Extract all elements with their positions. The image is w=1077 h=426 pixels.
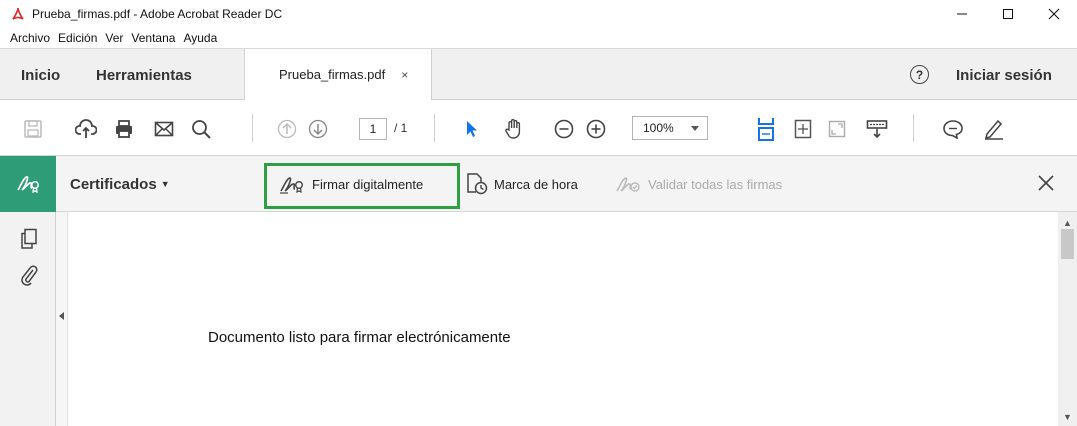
zoom-in-icon[interactable] bbox=[585, 118, 607, 140]
tab-document[interactable]: Prueba_firmas.pdf × bbox=[244, 49, 432, 100]
menu-edicion[interactable]: Edición bbox=[54, 31, 101, 45]
read-mode-icon[interactable] bbox=[866, 118, 888, 140]
zoom-select[interactable]: 100% bbox=[632, 116, 708, 140]
tab-close-icon[interactable]: × bbox=[401, 68, 408, 82]
chevron-down-icon: ▼ bbox=[160, 179, 170, 189]
scroll-thumb[interactable] bbox=[1061, 229, 1074, 259]
menu-archivo[interactable]: Archivo bbox=[6, 31, 54, 45]
toolbar-separator bbox=[252, 114, 253, 142]
attachments-icon[interactable] bbox=[19, 264, 39, 286]
certificates-title: Certificados bbox=[70, 175, 157, 193]
validate-all-label: Validar todas las firmas bbox=[648, 176, 783, 192]
menu-ventana[interactable]: Ventana bbox=[127, 31, 179, 45]
zoom-out-icon[interactable] bbox=[553, 118, 575, 140]
page-number-input[interactable]: 1 bbox=[359, 118, 387, 140]
tab-tools[interactable]: Herramientas bbox=[96, 49, 192, 101]
zoom-value: 100% bbox=[643, 121, 674, 135]
document-tab-label: Prueba_firmas.pdf bbox=[279, 67, 386, 82]
select-cursor-icon[interactable] bbox=[461, 118, 483, 140]
acrobat-pdf-icon bbox=[10, 6, 26, 22]
menu-ayuda[interactable]: Ayuda bbox=[179, 31, 221, 45]
document-view[interactable]: Documento listo para firmar electrónicam… bbox=[68, 212, 1058, 426]
sign-digitally-highlight bbox=[264, 163, 460, 209]
certificates-toolbar: Certificados ▼ Firmar digitalmente Marca… bbox=[0, 156, 1077, 212]
vertical-scrollbar[interactable]: ▲ ▼ bbox=[1058, 212, 1077, 426]
search-icon[interactable] bbox=[190, 118, 212, 140]
full-screen-icon[interactable] bbox=[826, 118, 848, 140]
left-navigation-pane bbox=[0, 212, 56, 426]
scroll-up-icon[interactable]: ▲ bbox=[1063, 218, 1072, 228]
comment-icon[interactable] bbox=[942, 118, 964, 140]
page-total: / 1 bbox=[394, 121, 408, 135]
chevron-down-icon bbox=[691, 126, 699, 131]
timestamp-clock-icon bbox=[466, 172, 488, 196]
signin-link[interactable]: Iniciar sesión bbox=[956, 49, 1052, 101]
page-up-icon[interactable] bbox=[276, 118, 298, 140]
page-thumbnails-icon[interactable] bbox=[19, 228, 39, 250]
maximize-button[interactable] bbox=[985, 0, 1031, 28]
window-controls bbox=[939, 0, 1077, 28]
validate-all-signatures-button[interactable]: Validar todas las firmas bbox=[614, 156, 782, 212]
fit-width-icon[interactable] bbox=[755, 118, 777, 141]
menu-ver[interactable]: Ver bbox=[101, 31, 127, 45]
help-icon[interactable]: ? bbox=[910, 65, 929, 84]
tab-bar: Inicio Herramientas Prueba_firmas.pdf × … bbox=[0, 48, 1077, 100]
chevron-left-icon bbox=[59, 312, 64, 320]
certificates-dropdown[interactable]: Certificados ▼ bbox=[70, 156, 170, 212]
main-toolbar: 1 / 1 100% bbox=[0, 100, 1077, 156]
tab-home[interactable]: Inicio bbox=[21, 49, 60, 101]
close-icon[interactable] bbox=[1035, 172, 1057, 194]
toolbar-separator bbox=[434, 114, 435, 142]
email-icon[interactable] bbox=[153, 118, 175, 140]
certificates-tool-icon[interactable] bbox=[0, 156, 56, 212]
scroll-down-icon[interactable]: ▼ bbox=[1063, 412, 1072, 422]
menu-bar: Archivo Edición Ver Ventana Ayuda bbox=[0, 28, 1077, 48]
timestamp-label: Marca de hora bbox=[494, 176, 578, 192]
window-title: Prueba_firmas.pdf - Adobe Acrobat Reader… bbox=[32, 7, 283, 21]
print-icon[interactable] bbox=[113, 118, 135, 140]
upload-icon[interactable] bbox=[75, 118, 97, 140]
minimize-button[interactable] bbox=[939, 0, 985, 28]
close-button[interactable] bbox=[1031, 0, 1077, 28]
timestamp-button[interactable]: Marca de hora bbox=[466, 156, 578, 212]
document-text: Documento listo para firmar electrónicam… bbox=[208, 329, 511, 346]
validate-signature-icon bbox=[614, 173, 642, 195]
fit-page-icon[interactable] bbox=[792, 118, 814, 140]
toolbar-separator bbox=[913, 114, 914, 142]
save-icon[interactable] bbox=[22, 118, 44, 140]
highlight-pen-icon[interactable] bbox=[983, 118, 1005, 140]
hand-tool-icon[interactable] bbox=[503, 118, 525, 140]
pane-collapse-toggle[interactable] bbox=[56, 212, 68, 426]
page-down-icon[interactable] bbox=[307, 118, 329, 140]
title-bar: Prueba_firmas.pdf - Adobe Acrobat Reader… bbox=[0, 0, 1077, 28]
